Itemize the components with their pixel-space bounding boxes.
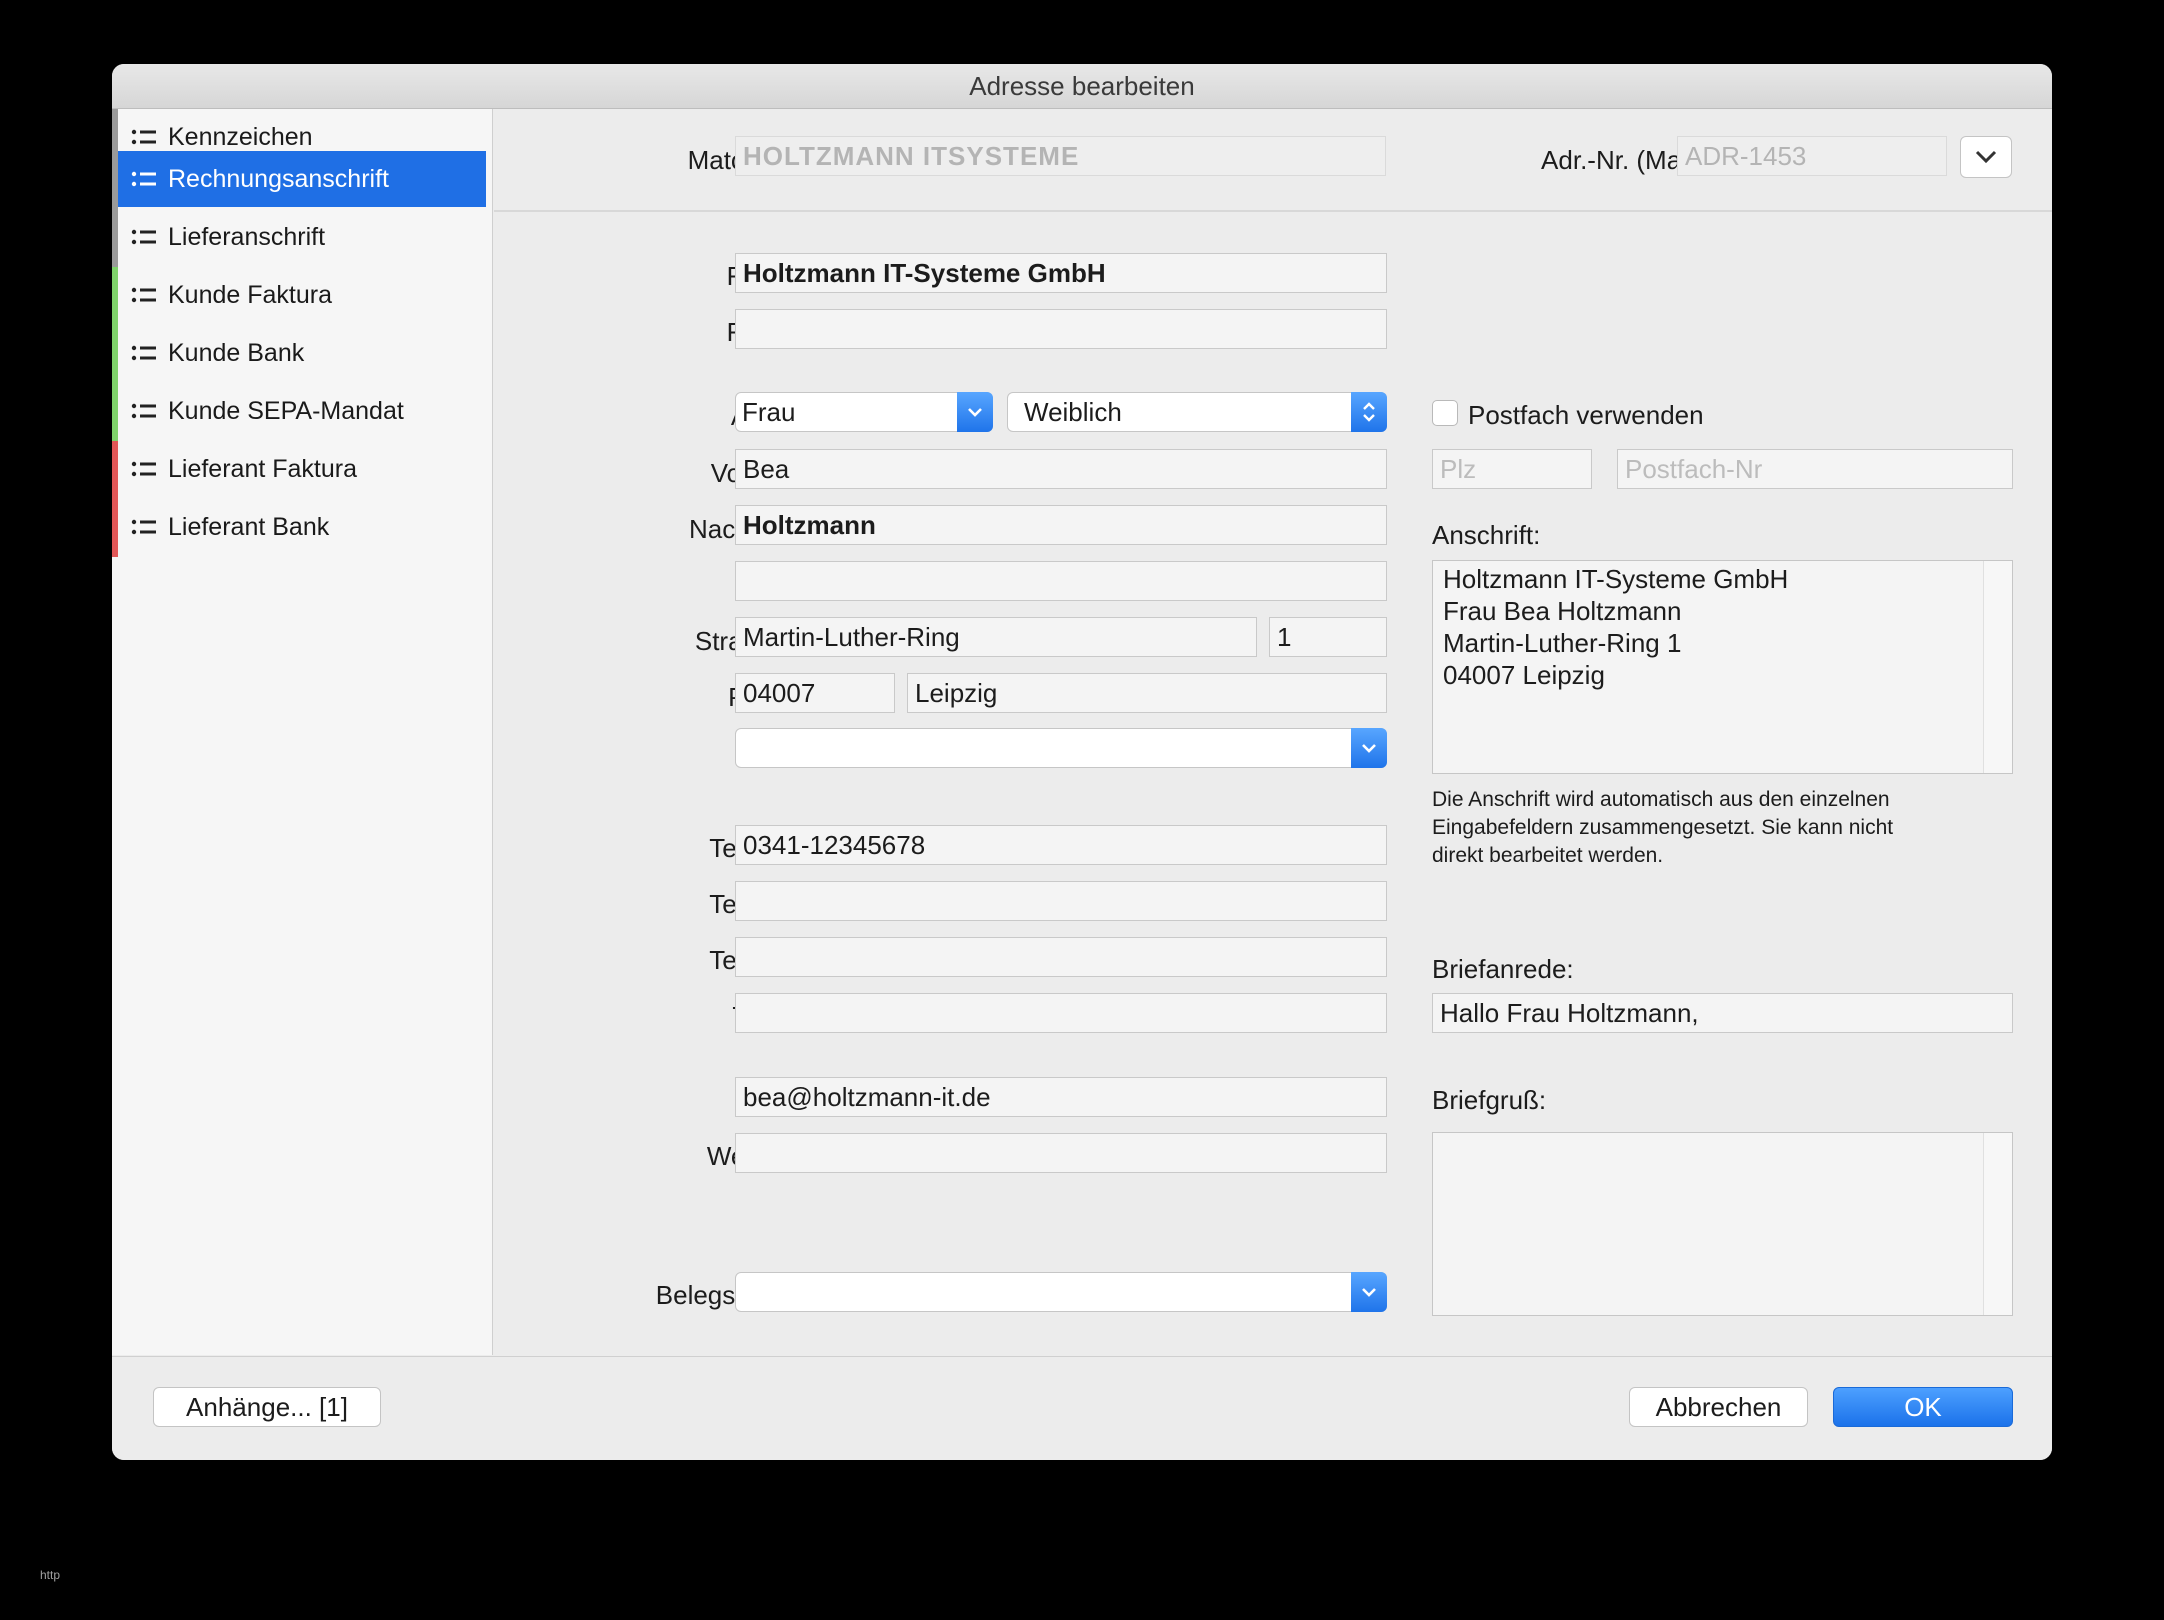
zusatz-field[interactable] [735,561,1387,601]
briefanrede-field[interactable]: Hallo Frau Holtzmann, [1432,993,2013,1033]
category-color-bar [112,151,118,209]
sidebar-item-label: Kunde Bank [168,339,305,367]
list-icon [131,229,156,245]
up-down-arrows-icon [1363,402,1375,422]
anschrift-line: Martin-Luther-Ring 1 [1443,628,1682,658]
category-color-bar [112,441,118,499]
anrede-select-value: Frau [742,397,796,427]
category-color-bar [112,383,118,441]
list-icon [131,129,156,145]
sidebar-item-label: Kunde Faktura [168,281,332,309]
category-color-bar [112,325,118,383]
postfach-checkbox[interactable] [1432,400,1458,426]
matchcode-field[interactable]: HOLTZMANN ITSYSTEME [735,136,1386,176]
anrede-select-button[interactable] [957,392,993,432]
chevron-down-icon [1362,1288,1376,1297]
anschrift-line: Holtzmann IT-Systeme GmbH [1443,564,1789,594]
title-bar[interactable]: Adresse bearbeiten [112,64,2052,109]
firma1-field[interactable]: Holtzmann IT-Systeme GmbH [735,253,1387,293]
attachments-button[interactable]: Anhänge... [1] [153,1387,381,1427]
postfach-nr-field[interactable]: Postfach-Nr [1617,449,2013,489]
sidebar-item-label: Rechnungsanschrift [168,165,389,193]
anschrift-note: Die Anschrift wird automatisch aus den e… [1432,786,2032,870]
chevron-down-icon [1362,744,1376,753]
sidebar-item-kunde-bank[interactable]: Kunde Bank [112,325,486,383]
briefanrede-label: Briefanrede: [1432,954,1574,984]
dialog-footer: Anhänge... [1] Abbrechen OK [112,1356,2052,1460]
anschrift-note-line: Die Anschrift wird automatisch aus den e… [1432,788,1890,811]
plz-field[interactable]: 04007 [735,673,895,713]
sidebar-item-lieferant-faktura[interactable]: Lieferant Faktura [112,441,486,499]
sidebar: Kennzeichen Rechnungsanschrift Lieferans… [112,109,493,1355]
list-icon [131,287,156,303]
telefon2-field[interactable] [735,881,1387,921]
nachname-field[interactable]: Holtzmann [735,505,1387,545]
sidebar-item-kunde-faktura[interactable]: Kunde Faktura [112,267,486,325]
adrnr-menu-button[interactable] [1960,136,2012,178]
ok-button[interactable]: OK [1833,1387,2013,1427]
header-separator [494,210,2052,212]
anschrift-line: 04007 Leipzig [1443,660,1605,690]
ort-field[interactable]: Leipzig [907,673,1387,713]
list-icon [131,171,156,187]
chevron-down-icon [968,408,982,417]
cancel-button[interactable]: Abbrechen [1629,1387,1808,1427]
category-color-bar [112,267,118,325]
dialog-window: Adresse bearbeiten Kennzeichen Rechnungs… [112,64,2052,1460]
strasse-field[interactable]: Martin-Luther-Ring [735,617,1257,657]
sidebar-item-lieferanschrift[interactable]: Lieferanschrift [112,209,486,267]
sidebar-item-label: Kunde SEPA-Mandat [168,397,404,425]
belegsprache-select[interactable] [735,1272,1387,1312]
belegsprache-select-button[interactable] [1351,1272,1387,1312]
briefgruss-textarea[interactable] [1432,1132,2013,1316]
anschrift-note-line: direkt bearbeitet werden. [1432,844,1664,867]
anschrift-scrollbar[interactable] [1983,561,2012,773]
list-icon [131,403,156,419]
list-icon [131,345,156,361]
briefgruss-scrollbar[interactable] [1983,1133,2012,1315]
geschlecht-select-value: Weiblich [1024,397,1122,427]
anschrift-note-line: Eingabefeldern zusammengesetzt. Sie kann… [1432,816,1894,839]
briefgruss-label: Briefgruß: [1432,1085,1547,1115]
anschrift-textarea[interactable]: Holtzmann IT-Systeme GmbH Frau Bea Holtz… [1432,560,2013,774]
postfach-plz-field[interactable]: Plz [1432,449,1592,489]
watermark-text: http [40,1568,61,1582]
category-color-bar [112,209,118,267]
hausnr-field[interactable]: 1 [1269,617,1387,657]
sidebar-item-label: Lieferant Faktura [168,455,357,483]
postfach-label[interactable]: Postfach verwenden [1468,395,1704,435]
firma2-field[interactable] [735,309,1387,349]
adrnr-field[interactable]: ADR-1453 [1677,136,1947,176]
sidebar-item-label: Lieferanschrift [168,223,326,251]
webseite-field[interactable] [735,1133,1387,1173]
window-title: Adresse bearbeiten [969,71,1195,101]
telefon1-field[interactable]: 0341-12345678 [735,825,1387,865]
sidebar-item-lieferant-bank[interactable]: Lieferant Bank [112,499,486,557]
telefon3-field[interactable] [735,937,1387,977]
anschrift-label: Anschrift: [1432,520,1541,550]
anrede-select[interactable]: Frau [735,392,993,432]
land-select[interactable] [735,728,1387,768]
telefax-field[interactable] [735,993,1387,1033]
geschlecht-select[interactable]: Weiblich [1007,392,1387,432]
email-field[interactable]: bea@holtzmann-it.de [735,1077,1387,1117]
land-select-button[interactable] [1351,728,1387,768]
category-color-bar [112,499,118,557]
sidebar-item-label: Lieferant Bank [168,513,330,541]
chevron-down-icon [1975,150,1997,164]
geschlecht-select-button[interactable] [1351,392,1387,432]
anschrift-line: Frau Bea Holtzmann [1443,596,1682,626]
list-icon [131,519,156,535]
vorname-field[interactable]: Bea [735,449,1387,489]
sidebar-item-rechnungsanschrift[interactable]: Rechnungsanschrift [112,151,486,209]
list-icon [131,461,156,477]
sidebar-item-kunde-sepa-mandat[interactable]: Kunde SEPA-Mandat [112,383,486,441]
